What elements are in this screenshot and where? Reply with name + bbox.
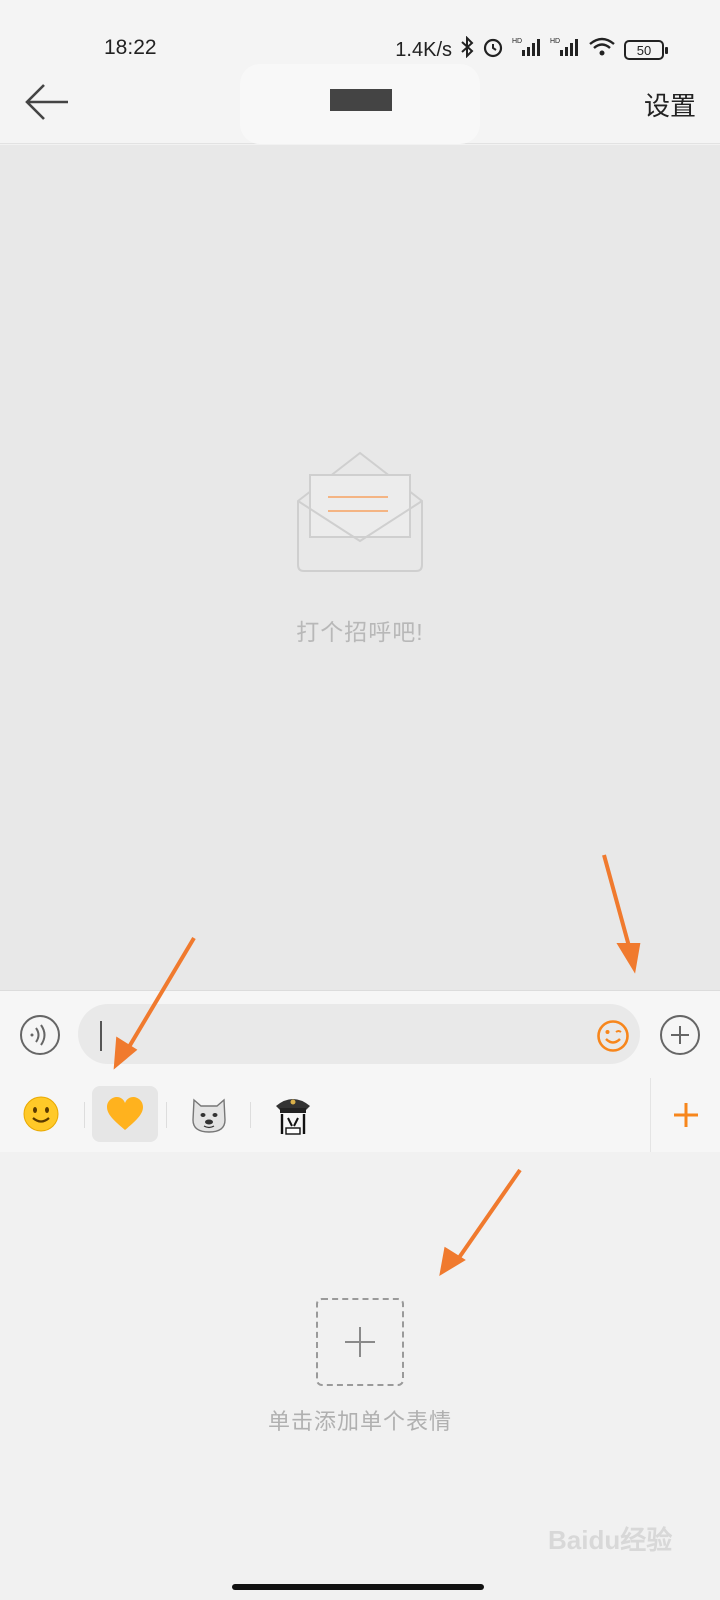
arrow-left-icon [25, 84, 68, 120]
header: 设置 [0, 60, 720, 144]
voice-button[interactable] [20, 1015, 60, 1055]
settings-button[interactable]: 设置 [644, 86, 696, 123]
voice-icon [30, 1024, 46, 1046]
sticker-tab-bar [0, 1078, 720, 1152]
tab-divider [250, 1102, 251, 1128]
emoji-smile-icon [23, 1096, 59, 1132]
plus-icon [671, 1026, 689, 1044]
empty-chat-hint: 打个招呼吧! [296, 619, 424, 645]
chat-area: 打个招呼吧! [0, 145, 720, 990]
status-time: 18:22 [104, 36, 157, 59]
heart-sticker-icon [107, 1097, 143, 1130]
text-caret [100, 1021, 102, 1051]
svg-text:HD: HD [550, 38, 560, 45]
tab-police-sticker[interactable] [260, 1086, 326, 1142]
more-actions-button[interactable] [660, 1015, 700, 1055]
tab-heart-sticker[interactable] [92, 1086, 158, 1142]
envelope-icon [296, 445, 424, 575]
home-indicator[interactable] [232, 1584, 484, 1590]
tab-divider [84, 1102, 85, 1128]
network-speed: 1.4K/s [395, 38, 452, 61]
sticker-panel: 单击添加单个表情 Baidu经验 [0, 1152, 720, 1600]
plus-icon [673, 1103, 698, 1127]
add-sticker-label: 单击添加单个表情 [267, 1409, 452, 1434]
add-sticker-pack-button[interactable] [650, 1078, 720, 1152]
plus-icon [345, 1327, 375, 1357]
tab-emoji[interactable] [8, 1086, 74, 1142]
title-mosaic-block [330, 89, 392, 111]
battery-icon: 50 [624, 40, 668, 60]
message-input[interactable] [78, 1004, 640, 1064]
input-bar [0, 990, 720, 1078]
title-mosaic [240, 64, 480, 144]
doge-sticker-icon [192, 1098, 226, 1133]
smile-face-icon [597, 1020, 629, 1052]
tab-doge-sticker[interactable] [176, 1086, 242, 1142]
back-button[interactable] [24, 82, 70, 122]
add-sticker-button[interactable] [316, 1298, 404, 1386]
tab-divider [166, 1102, 167, 1128]
police-hat-sticker-icon [276, 1099, 310, 1135]
baidu-watermark: Baidu经验 [548, 1525, 673, 1555]
emoji-button[interactable] [596, 1019, 630, 1053]
svg-text:HD: HD [512, 38, 522, 45]
